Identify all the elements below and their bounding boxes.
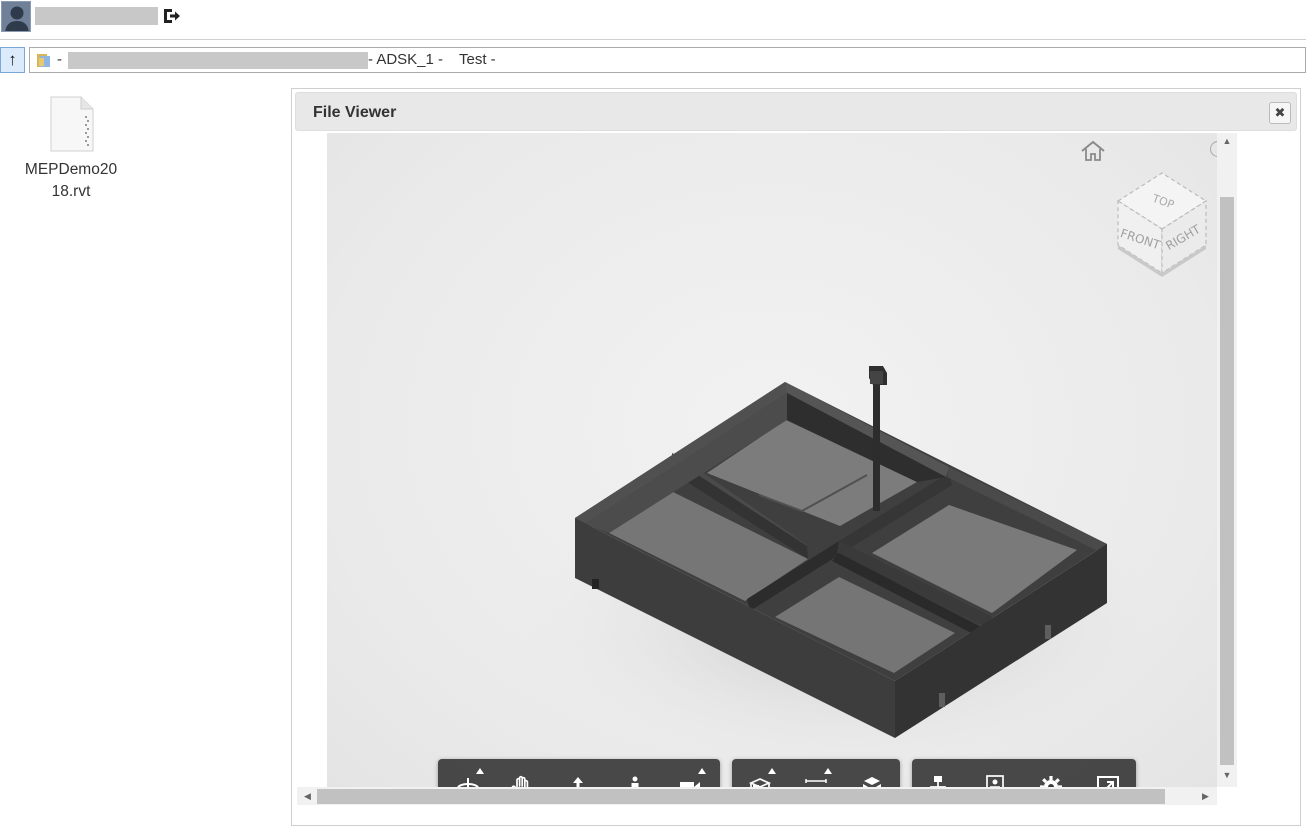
model-browser-button[interactable] xyxy=(918,767,958,787)
file-viewer-panel: File Viewer ✖ TOP FRONT RIGHT ▲ ▼ ◀ ▶ xyxy=(291,88,1301,826)
document-icon xyxy=(50,96,94,152)
scroll-left-arrow-icon[interactable]: ◀ xyxy=(299,787,316,805)
horizontal-scroll-thumb[interactable] xyxy=(317,789,1165,804)
pan-hand-icon xyxy=(511,775,529,787)
fullscreen-button[interactable] xyxy=(1088,767,1128,787)
vertical-scrollbar[interactable]: ▲ ▼ xyxy=(1217,133,1237,787)
hierarchy-icon xyxy=(930,776,946,787)
explode-button[interactable] xyxy=(852,767,892,787)
fullscreen-icon xyxy=(1097,776,1119,787)
more-arrow-icon xyxy=(476,768,484,774)
explode-cube-icon xyxy=(863,777,881,787)
pan-button[interactable] xyxy=(502,767,542,787)
section-button[interactable] xyxy=(740,767,780,787)
viewer-scroll-area: TOP FRONT RIGHT xyxy=(296,133,1236,801)
home-icon[interactable] xyxy=(1080,139,1106,163)
up-folder-button[interactable]: ↑ xyxy=(0,47,25,73)
camera-button[interactable] xyxy=(670,767,710,787)
navigation-toolbar xyxy=(438,759,720,787)
viewer-header: File Viewer ✖ xyxy=(295,92,1297,131)
viewer-title: File Viewer xyxy=(313,104,397,121)
zoom-arrows-icon xyxy=(573,777,583,787)
measure-button[interactable] xyxy=(796,767,836,787)
person-icon xyxy=(631,776,639,787)
user-avatar-icon[interactable] xyxy=(1,1,31,32)
vertical-scroll-thumb[interactable] xyxy=(1220,197,1234,765)
path-breadcrumb: - - ADSK_1 - Test - xyxy=(29,47,1306,73)
camera-icon xyxy=(680,782,700,787)
orbit-icon xyxy=(457,778,479,787)
path-separator: - xyxy=(57,51,62,68)
horizontal-scrollbar[interactable]: ◀ ▶ xyxy=(297,787,1217,805)
user-bar xyxy=(0,0,1306,40)
scroll-down-arrow-icon[interactable]: ▼ xyxy=(1217,767,1237,784)
settings-toolbar xyxy=(912,759,1136,787)
username-redacted xyxy=(35,7,158,25)
path-segment-folder[interactable]: Test - xyxy=(459,48,496,72)
more-arrow-icon xyxy=(824,768,832,774)
model-canvas[interactable]: TOP FRONT RIGHT xyxy=(327,133,1217,787)
first-person-button[interactable] xyxy=(615,767,655,787)
file-item[interactable]: MEPDemo2018.rvt xyxy=(20,96,122,203)
scroll-right-arrow-icon[interactable]: ▶ xyxy=(1197,787,1214,805)
gear-icon xyxy=(1040,776,1062,787)
zoom-button[interactable] xyxy=(558,767,598,787)
building-model[interactable] xyxy=(327,133,1217,787)
file-name: MEPDemo2018.rvt xyxy=(24,161,118,200)
section-box-icon xyxy=(748,778,772,787)
scroll-up-arrow-icon[interactable]: ▲ xyxy=(1217,133,1237,150)
viewcube-icon[interactable]: TOP FRONT RIGHT xyxy=(1112,161,1212,281)
orbit-button[interactable] xyxy=(448,767,488,787)
settings-button[interactable] xyxy=(1031,767,1071,787)
folder-home-icon[interactable] xyxy=(36,52,52,68)
properties-icon xyxy=(986,775,1004,787)
tools-toolbar xyxy=(732,759,900,787)
properties-button[interactable] xyxy=(975,767,1015,787)
more-arrow-icon xyxy=(698,768,706,774)
ruler-icon xyxy=(805,779,827,783)
path-bar: ↑ - - ADSK_1 - Test - xyxy=(0,47,1306,74)
logout-icon[interactable] xyxy=(161,6,181,26)
path-segment-project[interactable]: - ADSK_1 - xyxy=(368,48,443,72)
close-button[interactable]: ✖ xyxy=(1269,102,1291,124)
path-segment-redacted xyxy=(68,52,368,69)
more-arrow-icon xyxy=(768,768,776,774)
